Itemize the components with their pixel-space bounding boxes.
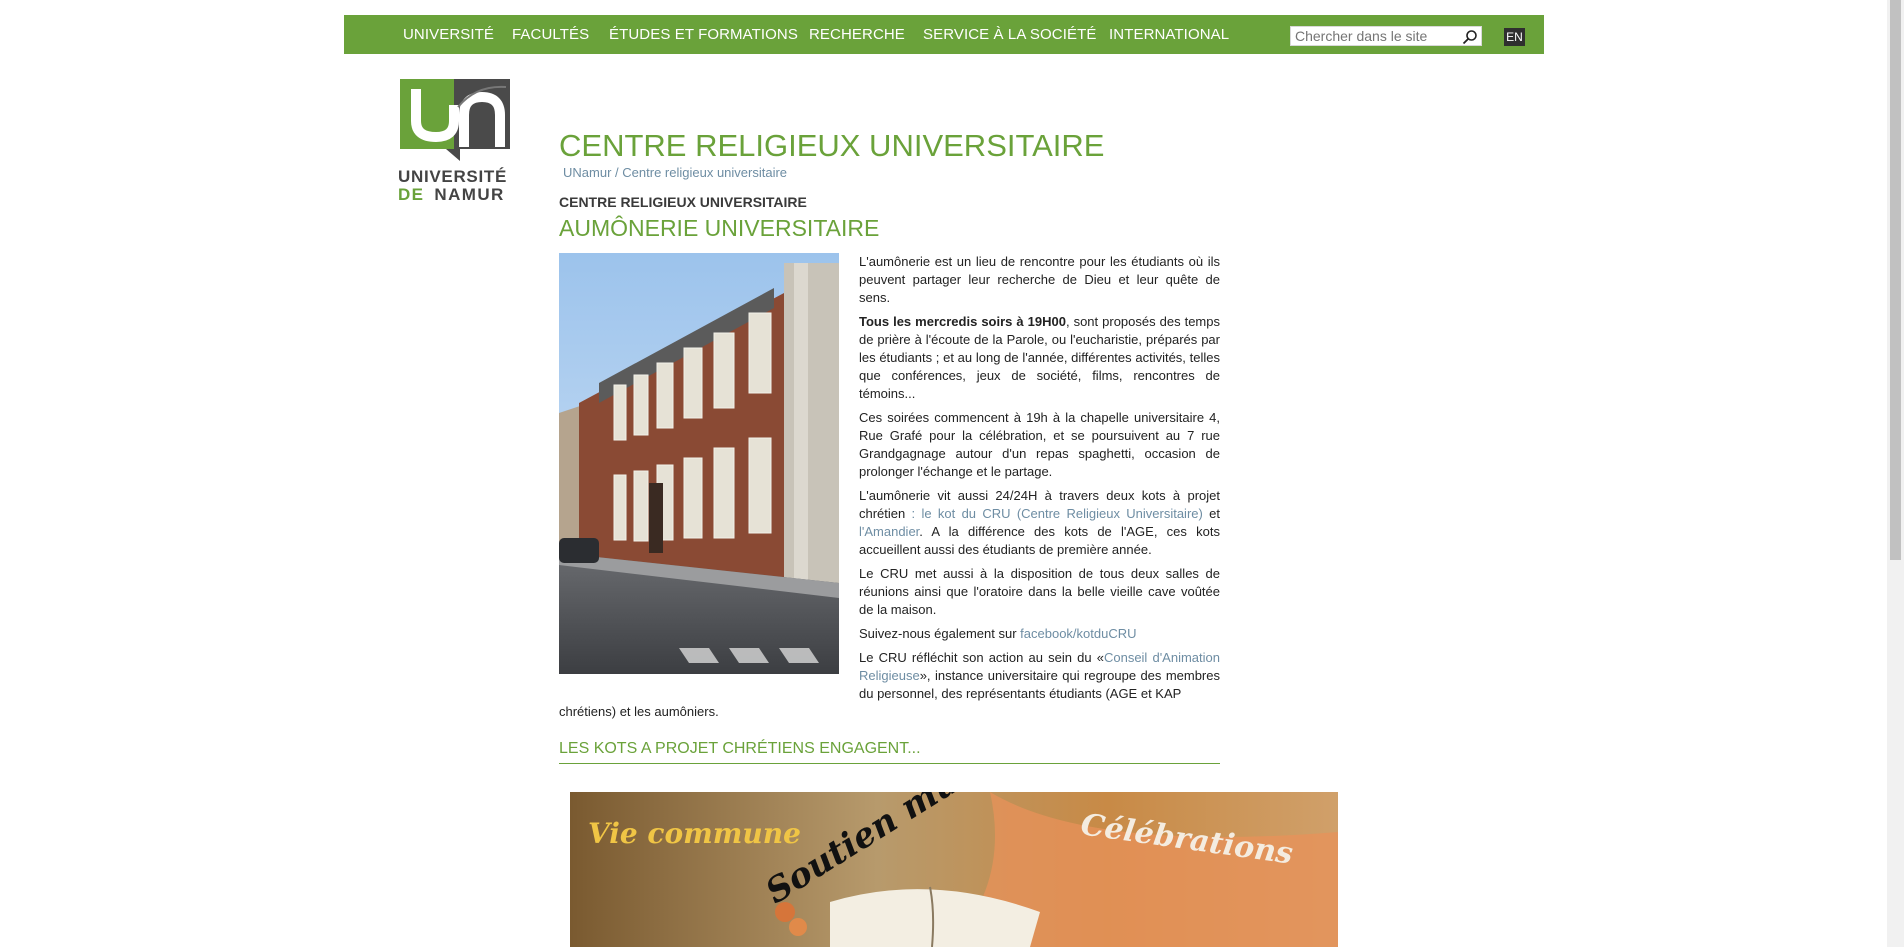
main-text: L'aumônerie est un lieu de rencontre pou… [859,253,1220,709]
paragraph-facebook: Suivez-nous également sur facebook/kotdu… [859,625,1220,643]
nav-item-universite[interactable]: UNIVERSITÉ [403,26,494,43]
divider [559,763,1220,764]
page-title: CENTRE RELIGIEUX UNIVERSITAIRE [559,128,1105,163]
paragraph-rooms: Le CRU met aussi à la disposition de tou… [859,566,1220,617]
banner-image [570,792,1338,947]
kot-du-cru-link[interactable]: : le kot du CRU (Centre Religieux Univer… [905,506,1203,521]
logo-text-de: DE [398,185,425,204]
scrollbar[interactable] [1887,0,1904,947]
breadcrumb-home-link[interactable]: UNamur [563,165,611,180]
paragraph-facebook-text: Suivez-nous également sur [859,626,1021,641]
building-photo [559,253,839,674]
breadcrumb-current-link[interactable]: Centre religieux universitaire [622,165,787,180]
amandier-link[interactable]: l'Amandier [859,524,919,539]
nav-item-recherche[interactable]: RECHERCHE [809,26,905,43]
search-icon[interactable] [1462,29,1478,45]
paragraph-evenings: Ces soirées commencent à 19h à la chapel… [859,410,1220,479]
nav-item-etudes-formations[interactable]: ÉTUDES ET FORMATIONS [609,26,798,43]
search-box [1290,26,1482,46]
logo-text-universite: UNIVERSITÉ [398,167,508,186]
facebook-link[interactable]: facebook/kotduCRU [1020,626,1136,641]
breadcrumb-separator: / [615,165,619,180]
top-navigation-bar: UNIVERSITÉ FACULTÉS ÉTUDES ET FORMATIONS… [344,15,1544,54]
kots-banner: Vie commune Soutien mutuel Célébrations [570,792,1338,947]
language-switch-en[interactable]: EN [1504,28,1525,46]
section-label: CENTRE RELIGIEUX UNIVERSITAIRE [559,194,807,210]
nav-item-international[interactable]: INTERNATIONAL [1109,26,1229,43]
paragraph-council-tail: chrétiens) et les aumôniers. [559,704,719,719]
nav-item-facultes[interactable]: FACULTÉS [512,26,589,43]
paragraph-council: Le CRU réfléchit son action au sein du «… [859,649,1220,703]
paragraph-wednesday: Tous les mercredis soirs à 19H00, sont p… [859,313,1220,403]
logo-text-namur: NAMUR [434,185,505,204]
paragraph-council-text-a: Le CRU réfléchit son action au sein du « [859,650,1104,665]
logo-text-de-namur: DE NAMUR [398,186,505,204]
search-input[interactable] [1295,27,1455,45]
scrollbar-thumb[interactable] [1890,0,1901,560]
breadcrumb: UNamur / Centre religieux universitaire [563,165,787,180]
paragraph-kots: L'aumônerie vit aussi 24/24H à travers d… [859,487,1220,559]
paragraph-kots-text-b: et [1202,506,1220,521]
wednesday-highlight: Tous les mercredis soirs à 19H00 [859,314,1066,329]
kots-section-title: LES KOTS A PROJET CHRÉTIENS ENGAGENT... [559,740,921,757]
banner-word-vie-commune: Vie commune [588,817,801,850]
paragraph-intro: L'aumônerie est un lieu de rencontre pou… [859,254,1220,305]
section-title: AUMÔNERIE UNIVERSITAIRE [559,215,880,241]
nav-item-service-societe[interactable]: SERVICE À LA SOCIÉTÉ [923,26,1096,43]
